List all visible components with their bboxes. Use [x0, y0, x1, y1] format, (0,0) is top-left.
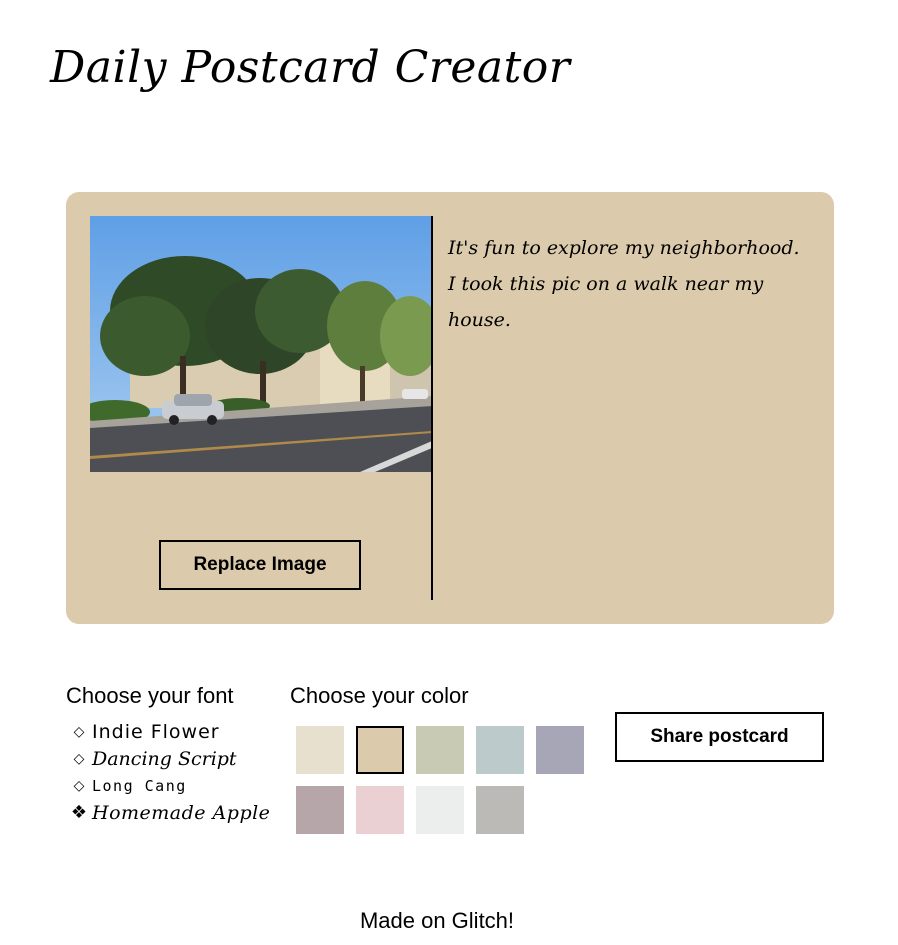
font-option-label: Indie Flower: [92, 720, 220, 743]
footer: Made on Glitch!: [0, 908, 874, 934]
color-picker-heading: Choose your color: [290, 683, 469, 708]
replace-image-button[interactable]: Replace Image: [159, 540, 361, 590]
postcard-divider: [431, 216, 433, 600]
color-swatch[interactable]: [536, 726, 584, 774]
font-picker-heading: Choose your font: [66, 683, 234, 708]
glitch-link[interactable]: Made on Glitch!: [360, 908, 514, 933]
font-picker: ◇ Indie Flower ◇ Dancing Script ◇ Long C…: [66, 718, 286, 826]
font-option-long-cang[interactable]: ◇ Long Cang: [66, 772, 286, 799]
share-postcard-button[interactable]: Share postcard: [615, 712, 824, 762]
color-swatch[interactable]: [416, 786, 464, 834]
color-swatch[interactable]: [356, 786, 404, 834]
font-option-homemade-apple[interactable]: ❖ Homemade Apple: [66, 799, 286, 826]
color-swatch[interactable]: [476, 786, 524, 834]
postcard-message[interactable]: It's fun to explore my neighborhood. I t…: [448, 230, 808, 338]
font-option-label: Long Cang: [92, 776, 187, 795]
font-option-label: Dancing Script: [92, 747, 237, 770]
color-swatch[interactable]: [476, 726, 524, 774]
diamond-icon: ◇: [73, 723, 85, 740]
diamond-icon: ◇: [73, 777, 85, 794]
selected-diamond-icon: ❖: [70, 802, 88, 823]
color-swatch[interactable]: [296, 786, 344, 834]
font-option-indie-flower[interactable]: ◇ Indie Flower: [66, 718, 286, 745]
postcard-photo: [90, 216, 432, 472]
font-option-label: Homemade Apple: [92, 801, 271, 824]
font-option-dancing-script[interactable]: ◇ Dancing Script: [66, 745, 286, 772]
page-title: Daily Postcard Creator: [50, 42, 571, 93]
diamond-icon: ◇: [73, 750, 85, 767]
color-swatch[interactable]: [356, 726, 404, 774]
color-swatch[interactable]: [416, 726, 464, 774]
color-swatch[interactable]: [296, 726, 344, 774]
postcard: Replace Image It's fun to explore my nei…: [66, 192, 834, 624]
